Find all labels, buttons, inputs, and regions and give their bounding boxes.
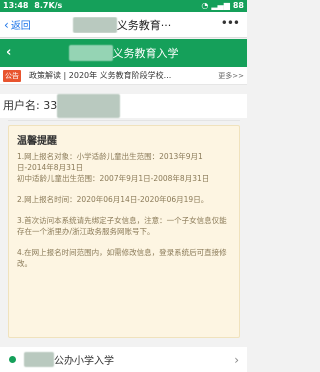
nav-title: 某某某某义务教育··· [52, 16, 192, 33]
reminder-item-3: 3.首次访问本系统请先绑定子女信息，注意：一个子女信息仅能存在一个浙里办/浙江政… [17, 216, 227, 236]
reminder-item-1: 1.网上报名对象：小学适龄儿童出生范围：2013年9月1日-2014年8月31日 [17, 151, 231, 173]
divider [8, 120, 240, 121]
notice-tag: 公告 [3, 69, 21, 82]
notice-text[interactable]: 政策解读 | 2020年 义务教育阶段学校... [29, 70, 225, 81]
signal-icon: ▂▄▆ [211, 1, 230, 10]
reminder-item-4: 4.在网上报名时间范围内，如需修改信息，登录系统后可直接修改。 [17, 248, 227, 268]
primary-school-enrollment-entry[interactable]: 某某某公办小学入学 › [0, 347, 247, 372]
notice-bar[interactable]: 公告 政策解读 | 2020年 义务教育阶段学校... 更多>> [0, 67, 247, 85]
school-entry-label: 公办小学入学 [54, 356, 114, 367]
bullet-icon [9, 356, 16, 363]
redacted-region-name: 某某某某 [72, 16, 117, 33]
status-right: ◔ ▂▄▆ 88 [201, 0, 244, 12]
status-bar: 13:48 8.7K/s ◔ ▂▄▆ 88 [0, 0, 247, 12]
battery-level: 88 [232, 1, 244, 10]
page-title: 某某某某义务教育入学 [0, 45, 247, 61]
nav-title-text: 义务教育··· [116, 18, 172, 32]
reminder-item-2: 2.网上报名时间：2020年06月14日-2020年06月19日。 [17, 195, 209, 204]
more-options-icon[interactable]: ••• [221, 16, 240, 30]
redacted-username: 000000000 [57, 94, 121, 118]
redacted-region-name: 某某某某 [68, 45, 113, 61]
page-title-text: 义务教育入学 [112, 47, 179, 60]
back-label: 返回 [10, 21, 31, 32]
reminder-card: 温馨提醒 1.网上报名对象：小学适龄儿童出生范围：2013年9月1日-2014年… [8, 125, 240, 338]
network-speed: 8.7K/s [34, 1, 63, 10]
chevron-left-icon: ‹ [4, 17, 9, 32]
chevron-right-icon: › [234, 352, 239, 367]
status-left: 13:48 8.7K/s [3, 0, 62, 12]
username-row: 用户名: 33000000000 [0, 94, 247, 118]
wifi-icon: ◔ [201, 1, 209, 10]
time: 13:48 [3, 1, 29, 10]
username-label: 用户名: 33 [3, 99, 58, 112]
redacted-region-name: 某某某 [24, 352, 54, 367]
reminder-item-1b: 初中适龄儿童出生范围：2007年9月1日-2008年8月31日 [17, 174, 210, 183]
notice-more-link[interactable]: 更多>> [218, 71, 244, 81]
reminder-item-1-text: 1.网上报名对象：小学适龄儿童出生范围：2013年9月1日-2014年8月31日 [17, 152, 203, 172]
back-button[interactable]: ‹ 返回 [0, 17, 31, 33]
top-nav-bar: ‹ 返回 某某某某义务教育··· ••• [0, 12, 247, 38]
reminder-title: 温馨提醒 [17, 136, 57, 147]
page-header: ‹ 某某某某义务教育入学 [0, 39, 247, 67]
